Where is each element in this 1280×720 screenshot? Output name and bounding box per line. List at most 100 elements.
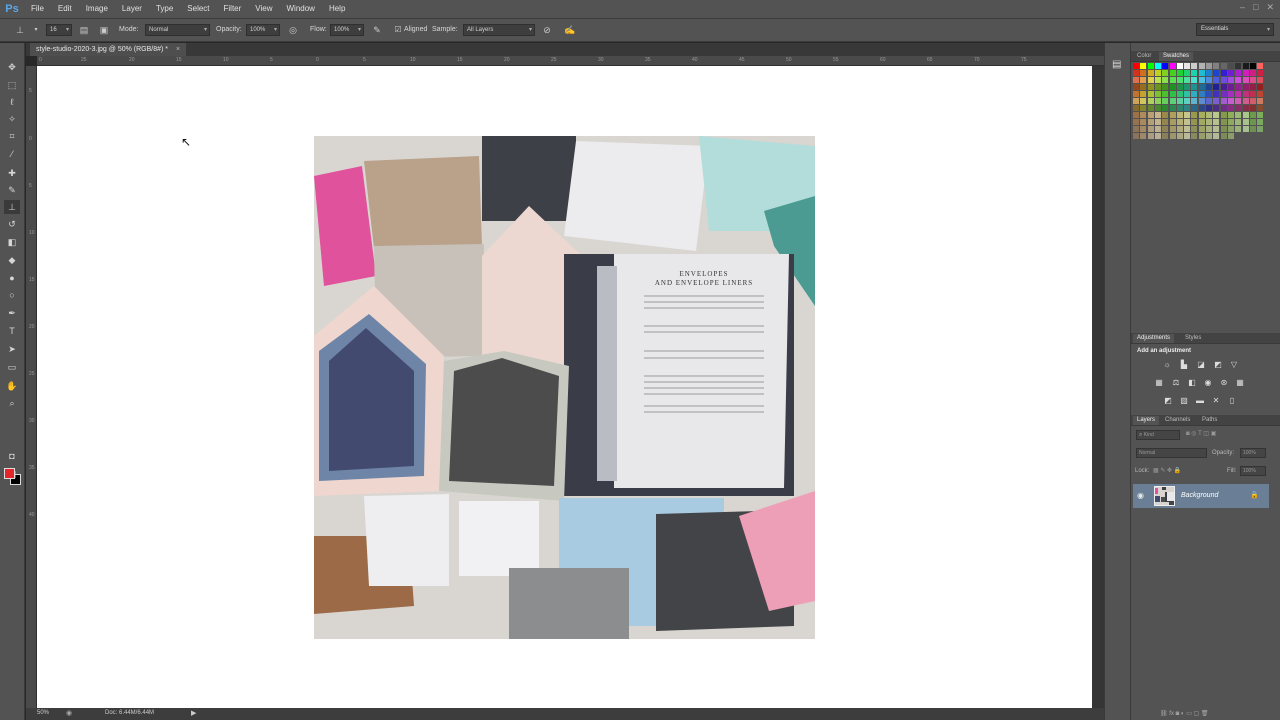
swatch-cell[interactable] bbox=[1154, 112, 1161, 118]
swatch-cell[interactable] bbox=[1184, 91, 1191, 97]
threshold-icon[interactable]: ▬ bbox=[1195, 396, 1205, 406]
swatch-cell[interactable] bbox=[1249, 126, 1256, 132]
tab-channels[interactable]: Channels bbox=[1161, 416, 1194, 425]
swatch-cell[interactable] bbox=[1184, 98, 1191, 104]
swatch-cell[interactable] bbox=[1257, 91, 1264, 97]
mode-select[interactable]: Normal ▾ bbox=[145, 24, 210, 36]
swatch-cell[interactable] bbox=[1147, 70, 1154, 76]
menu-help[interactable]: Help bbox=[322, 0, 352, 18]
swatch-cell[interactable] bbox=[1242, 63, 1249, 69]
swatch-cell[interactable] bbox=[1176, 70, 1183, 76]
swatch-cell[interactable] bbox=[1206, 77, 1212, 83]
swatch-cell[interactable] bbox=[1191, 112, 1198, 118]
swatch-cell[interactable] bbox=[1227, 70, 1234, 76]
horizontal-ruler[interactable]: 0 25 20 15 10 5 0 5 10 15 20 25 30 35 40… bbox=[37, 56, 1104, 66]
swatch-cell[interactable] bbox=[1249, 105, 1256, 111]
menu-file[interactable]: File bbox=[24, 0, 51, 18]
layer-fill-field[interactable]: 100% bbox=[1240, 466, 1266, 476]
type-tool-icon[interactable]: T bbox=[4, 324, 20, 338]
opacity-field[interactable]: 100% ▾ bbox=[246, 24, 280, 36]
swatch-cell[interactable] bbox=[1206, 105, 1212, 111]
channel-mixer-icon[interactable]: ⊛ bbox=[1219, 378, 1229, 388]
swatch-cell[interactable] bbox=[1213, 77, 1220, 83]
swatch-cell[interactable] bbox=[1198, 119, 1205, 125]
swatch-cell[interactable] bbox=[1206, 91, 1212, 97]
swatch-cell[interactable] bbox=[1235, 70, 1242, 76]
swatch-cell[interactable] bbox=[1191, 133, 1198, 139]
restore-button[interactable]: □ bbox=[1253, 2, 1258, 13]
swatch-cell[interactable] bbox=[1249, 70, 1256, 76]
swatch-cell[interactable] bbox=[1133, 63, 1139, 69]
swatch-cell[interactable] bbox=[1227, 98, 1234, 104]
photo-filter-icon[interactable]: ◉ bbox=[1203, 378, 1213, 388]
swatch-cell[interactable] bbox=[1133, 126, 1139, 132]
swatch-cell[interactable] bbox=[1133, 77, 1139, 83]
swatch-cell[interactable] bbox=[1184, 126, 1191, 132]
swatch-cell[interactable] bbox=[1176, 84, 1183, 90]
swatch-cell[interactable] bbox=[1206, 84, 1212, 90]
swatch-cell[interactable] bbox=[1140, 133, 1147, 139]
swatch-cell[interactable] bbox=[1154, 91, 1161, 97]
swatch-cell[interactable] bbox=[1154, 70, 1161, 76]
swatch-cell[interactable] bbox=[1220, 98, 1227, 104]
swatch-cell[interactable] bbox=[1191, 70, 1198, 76]
swatch-cell[interactable] bbox=[1191, 91, 1198, 97]
swatch-cell[interactable] bbox=[1169, 63, 1176, 69]
minimize-button[interactable]: – bbox=[1240, 2, 1245, 13]
swatch-cell[interactable] bbox=[1206, 63, 1212, 69]
swatch-cell[interactable] bbox=[1227, 119, 1234, 125]
swatch-cell[interactable] bbox=[1257, 119, 1264, 125]
status-info-icon[interactable]: ◉ bbox=[66, 709, 72, 717]
swatch-cell[interactable] bbox=[1147, 98, 1154, 104]
swatch-cell[interactable] bbox=[1133, 133, 1139, 139]
dodge-tool-icon[interactable]: ○ bbox=[4, 288, 20, 302]
swatch-cell[interactable] bbox=[1206, 112, 1212, 118]
swatch-cell[interactable] bbox=[1140, 84, 1147, 90]
swatch-cell[interactable] bbox=[1206, 126, 1212, 132]
tab-paths[interactable]: Paths bbox=[1198, 416, 1221, 425]
swatch-cell[interactable] bbox=[1198, 70, 1205, 76]
swatch-cell[interactable] bbox=[1140, 70, 1147, 76]
swatch-cell[interactable] bbox=[1257, 133, 1264, 139]
pressure-opacity-icon[interactable]: ◎ bbox=[287, 24, 299, 36]
swatch-cell[interactable] bbox=[1249, 77, 1256, 83]
swatch-cell[interactable] bbox=[1140, 119, 1147, 125]
swatch-cell[interactable] bbox=[1198, 77, 1205, 83]
clone-stamp-tool-icon[interactable]: ⊥ bbox=[14, 24, 26, 36]
swatch-cell[interactable] bbox=[1249, 91, 1256, 97]
swatch-cell[interactable] bbox=[1220, 91, 1227, 97]
tab-adjustments[interactable]: Adjustments bbox=[1133, 334, 1175, 343]
hue-saturation-icon[interactable]: ▦ bbox=[1154, 378, 1164, 388]
swatch-cell[interactable] bbox=[1242, 98, 1249, 104]
swatch-cell[interactable] bbox=[1206, 119, 1212, 125]
clone-source-panel-icon[interactable]: ▣ bbox=[98, 24, 110, 36]
menu-window[interactable]: Window bbox=[280, 0, 322, 18]
swatch-cell[interactable] bbox=[1162, 112, 1169, 118]
swatch-cell[interactable] bbox=[1198, 91, 1205, 97]
swatch-cell[interactable] bbox=[1235, 98, 1242, 104]
swatch-cell[interactable] bbox=[1191, 126, 1198, 132]
menu-layer[interactable]: Layer bbox=[115, 0, 149, 18]
swatch-cell[interactable] bbox=[1235, 105, 1242, 111]
status-menu-arrow-icon[interactable]: ▶ bbox=[191, 709, 196, 717]
swatch-cell[interactable] bbox=[1249, 84, 1256, 90]
swatch-cell[interactable] bbox=[1154, 105, 1161, 111]
swatch-cell[interactable] bbox=[1235, 91, 1242, 97]
swatch-cell[interactable] bbox=[1227, 91, 1234, 97]
foreground-color-swatch[interactable] bbox=[4, 468, 15, 479]
swatch-cell[interactable] bbox=[1235, 77, 1242, 83]
crop-tool-icon[interactable]: ⌗ bbox=[4, 129, 20, 143]
swatch-cell[interactable] bbox=[1242, 105, 1249, 111]
layer-name[interactable]: Background bbox=[1181, 492, 1218, 499]
swatch-cell[interactable] bbox=[1169, 105, 1176, 111]
swatch-cell[interactable] bbox=[1213, 70, 1220, 76]
posterize-icon[interactable]: ▨ bbox=[1179, 396, 1189, 406]
swatch-cell[interactable] bbox=[1249, 112, 1256, 118]
swatch-cell[interactable] bbox=[1147, 119, 1154, 125]
brush-preset-picker[interactable]: 16 ▾ bbox=[46, 24, 72, 36]
menu-type[interactable]: Type bbox=[149, 0, 180, 18]
visibility-eye-icon[interactable]: ◉ bbox=[1137, 491, 1144, 500]
swatch-cell[interactable] bbox=[1133, 112, 1139, 118]
swatch-cell[interactable] bbox=[1220, 126, 1227, 132]
ignore-adjustment-layers-icon[interactable]: ⊘ bbox=[541, 24, 553, 36]
